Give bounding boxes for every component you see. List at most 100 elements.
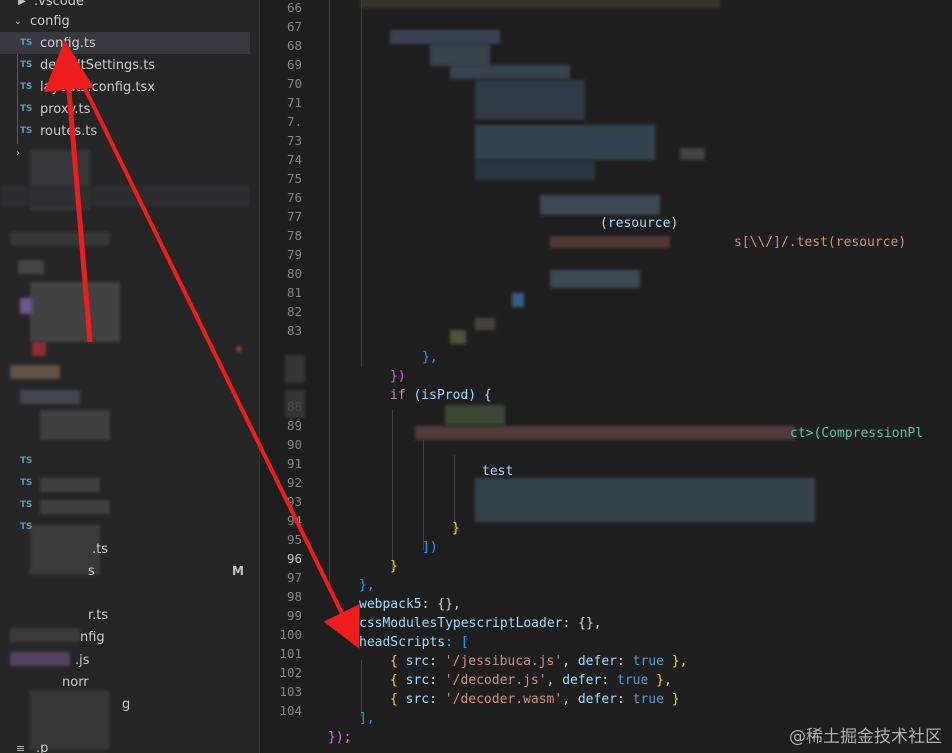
line-number: 83 — [286, 323, 302, 338]
typescript-icon: TS — [20, 478, 33, 488]
blurred-code — [475, 160, 595, 180]
list-item[interactable]: .ts — [0, 538, 250, 560]
indent-guide — [329, 0, 330, 584]
blurred-region — [236, 346, 242, 352]
code-line-98: cssModulesTypescriptLoader: {}, — [359, 614, 602, 633]
list-item[interactable]: TS — [0, 494, 250, 516]
code-token: : [ — [445, 635, 469, 650]
tree-file-label: routes.ts — [40, 123, 98, 139]
list-item[interactable]: s M — [0, 560, 250, 582]
code-line-97: webpack5: {}, — [359, 595, 461, 614]
blurred-code — [285, 390, 305, 418]
list-item[interactable]: TS — [0, 450, 250, 472]
line-number: 82 — [286, 304, 302, 319]
line-number: 103 — [279, 684, 302, 699]
list-item[interactable]: TS — [0, 472, 250, 494]
tree-file-label: r.ts — [88, 607, 109, 623]
line-number: 102 — [279, 665, 302, 680]
list-item[interactable]: r.ts — [0, 604, 250, 626]
typescript-icon: TS — [20, 104, 33, 114]
list-item[interactable]: TS — [0, 516, 250, 538]
tree-folder-label: config — [30, 13, 70, 29]
line-number: 71 — [286, 95, 302, 110]
list-item[interactable]: norr — [0, 671, 250, 693]
code-token: src — [405, 692, 430, 707]
code-token: (isProd) { — [413, 388, 492, 403]
line-number: 89 — [286, 418, 302, 433]
typescript-icon: TS — [20, 500, 33, 510]
code-token: headScripts — [359, 635, 446, 650]
line-number: 92 — [286, 475, 302, 490]
line-number: 95 — [286, 532, 302, 547]
line-number: 93 — [286, 494, 302, 509]
code-token: }, — [422, 350, 438, 365]
list-item[interactable]: g — [0, 693, 250, 715]
tree-file-label: norr — [62, 674, 89, 690]
list-item[interactable]: .js — [0, 649, 250, 671]
line-number: 66 — [286, 0, 302, 15]
indent-guide — [392, 410, 393, 570]
code-token: test — [482, 464, 514, 479]
code-token: : {}, — [421, 597, 461, 612]
code-line-84: }, — [422, 348, 438, 367]
blurred-code — [540, 195, 660, 215]
code-line-100: { src: '/jessibuca.js', defer: true }, — [390, 654, 688, 669]
line-number: 73 — [286, 133, 302, 148]
blurred-region — [10, 232, 110, 246]
tree-file-default-settings[interactable]: TS defaultSettings.ts — [0, 54, 250, 76]
tree-folder-config[interactable]: ⌄ config — [0, 10, 250, 32]
code-token: true — [632, 654, 664, 669]
blurred-code — [390, 30, 500, 44]
tree-file-proxy[interactable]: TS proxy.ts — [0, 98, 250, 120]
tree-file-label: proxy.ts — [40, 101, 91, 117]
tree-file-layouts-config[interactable]: TS layouts.config.tsx — [0, 76, 250, 98]
code-line-94: ]) — [422, 538, 438, 557]
code-line-101: { src: '/decoder.js', defer: true }, — [390, 673, 672, 688]
line-number: 104 — [279, 703, 302, 718]
blurred-region — [40, 410, 110, 440]
typescript-icon: TS — [20, 82, 33, 92]
code-token: cssModulesTypescriptLoader — [359, 616, 563, 631]
line-number: 99 — [286, 608, 302, 623]
watermark: @稀土掘金技术社区 — [789, 727, 942, 747]
line-number: 76 — [286, 190, 302, 205]
code-token: defer — [577, 654, 617, 669]
blurred-region — [32, 342, 46, 356]
code-token: ct>(CompressionPl — [790, 426, 924, 441]
typescript-icon: TS — [20, 38, 33, 48]
code-token: defer — [562, 673, 602, 688]
blurred-code — [550, 236, 670, 248]
code-token: } — [452, 521, 460, 536]
code-editor[interactable]: 6667686970717.73747576777879808182838889… — [260, 0, 952, 753]
tree-file-routes[interactable]: TS routes.ts — [0, 120, 250, 142]
tree-file-label: defaultSettings.ts — [40, 57, 156, 73]
line-number: 94 — [286, 513, 302, 528]
blurred-code — [285, 355, 305, 383]
chevron-right-icon: › — [16, 147, 20, 159]
typescript-icon: TS — [20, 522, 33, 532]
tree-file-config-ts[interactable]: TS config.ts — [0, 32, 250, 54]
list-item[interactable]: ≡ .p — [0, 737, 250, 753]
code-token: '/decoder.js' — [444, 673, 547, 688]
tree-file-label: config.ts — [40, 35, 96, 51]
tree-file-label: s — [88, 563, 95, 579]
code-token: defer — [577, 692, 617, 707]
line-number: 81 — [286, 285, 302, 300]
code-line-93: } — [452, 519, 460, 538]
sidebar-sash[interactable] — [250, 0, 260, 753]
code-line-85: }) — [390, 367, 406, 386]
blurred-region — [18, 260, 44, 274]
list-item[interactable]: nfig — [0, 626, 250, 648]
line-number: 96 — [286, 551, 302, 566]
blurred-code — [512, 293, 524, 307]
code-line-102: { src: '/decoder.wasm', defer: true } — [390, 692, 680, 707]
code-token: s[\\/]/.test(resource) — [734, 235, 907, 250]
typescript-icon: TS — [20, 456, 33, 466]
code-token: if — [390, 388, 406, 403]
blurred-code — [550, 270, 640, 288]
code-line-90: test — [482, 462, 513, 481]
line-number: 98 — [286, 589, 302, 604]
code-token: : {}, — [562, 616, 602, 631]
code-token: resource — [607, 216, 671, 231]
tree-file-label: .p — [36, 740, 49, 753]
